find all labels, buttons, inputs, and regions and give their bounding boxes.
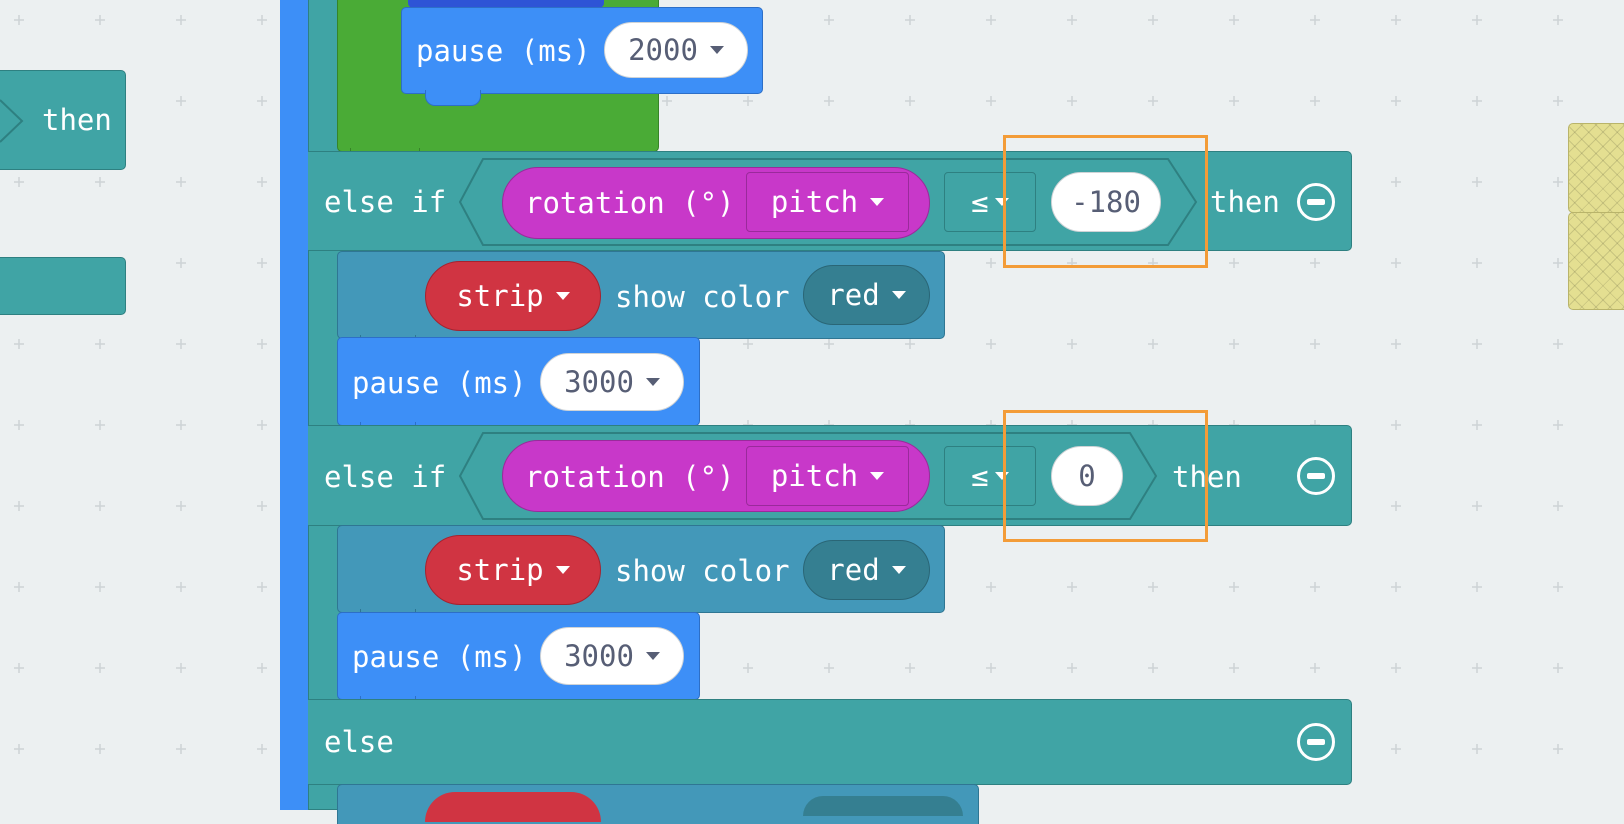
rotation-label-1: rotation (°) bbox=[525, 186, 735, 220]
chevron-down-icon bbox=[555, 566, 570, 574]
else-if-label-1: else if bbox=[324, 185, 447, 219]
pause-label-1: pause (ms) bbox=[352, 366, 527, 400]
chevron-down-icon bbox=[870, 198, 885, 206]
show-color-label-1: show color bbox=[615, 280, 790, 314]
color-dropdown-2[interactable]: red bbox=[803, 540, 930, 600]
color-dropdown-1[interactable]: red bbox=[803, 265, 930, 325]
color-dropdown-3-fragment[interactable] bbox=[803, 796, 963, 816]
pitch-text-1: pitch bbox=[770, 185, 859, 219]
chevron-down-icon bbox=[709, 46, 724, 54]
else-if-label-2: else if bbox=[324, 460, 447, 494]
chevron-down-icon bbox=[891, 566, 906, 574]
pitch-dropdown-2[interactable]: pitch bbox=[746, 446, 909, 506]
chevron-down-icon bbox=[870, 472, 885, 480]
remove-branch-2-icon[interactable] bbox=[1297, 457, 1335, 495]
disabled-block-top[interactable] bbox=[1568, 123, 1624, 213]
compare-op-1: ≤ bbox=[971, 185, 989, 219]
chevron-down-icon bbox=[891, 291, 906, 299]
highlight-box-2 bbox=[1003, 410, 1208, 542]
pause-top-label: pause (ms) bbox=[416, 34, 591, 68]
pause-value-1-text: 3000 bbox=[564, 365, 634, 399]
pause-value-2-text: 3000 bbox=[564, 639, 634, 673]
strip-dropdown-1[interactable]: strip bbox=[425, 261, 601, 331]
left-block-lower[interactable] bbox=[0, 257, 126, 315]
chevron-down-icon bbox=[645, 378, 660, 386]
strip-text-2: strip bbox=[456, 553, 544, 587]
color-text-2: red bbox=[827, 553, 880, 587]
remove-else-icon[interactable] bbox=[1297, 723, 1335, 761]
pause-value-2[interactable]: 3000 bbox=[540, 627, 684, 685]
then-label-1: then bbox=[1210, 185, 1280, 219]
color-text-1: red bbox=[827, 278, 880, 312]
left-then-label: then bbox=[42, 103, 112, 137]
strip-dropdown-3-fragment[interactable] bbox=[425, 792, 601, 822]
chevron-down-icon bbox=[645, 652, 660, 660]
compare-op-2: ≤ bbox=[971, 459, 989, 493]
strip-text-1: strip bbox=[456, 279, 544, 313]
pause-value-1[interactable]: 3000 bbox=[540, 353, 684, 411]
left-condition-arrow bbox=[0, 99, 24, 143]
else-row[interactable] bbox=[308, 699, 1352, 785]
pitch-text-2: pitch bbox=[770, 459, 859, 493]
chevron-down-icon bbox=[555, 292, 570, 300]
disabled-block-bottom[interactable] bbox=[1568, 212, 1624, 310]
else-label: else bbox=[324, 725, 394, 759]
workspace-grid bbox=[0, 0, 1624, 804]
show-color-label-2: show color bbox=[615, 554, 790, 588]
pause-top-value-text: 2000 bbox=[628, 33, 698, 67]
pause-label-2: pause (ms) bbox=[352, 640, 527, 674]
pause-top-notch bbox=[425, 90, 481, 106]
pause-top-value[interactable]: 2000 bbox=[604, 22, 748, 78]
remove-branch-1-icon[interactable] bbox=[1297, 183, 1335, 221]
highlight-box-1 bbox=[1003, 135, 1208, 268]
rotation-label-2: rotation (°) bbox=[525, 460, 735, 494]
strip-dropdown-2[interactable]: strip bbox=[425, 535, 601, 605]
pitch-dropdown-1[interactable]: pitch bbox=[746, 172, 909, 232]
